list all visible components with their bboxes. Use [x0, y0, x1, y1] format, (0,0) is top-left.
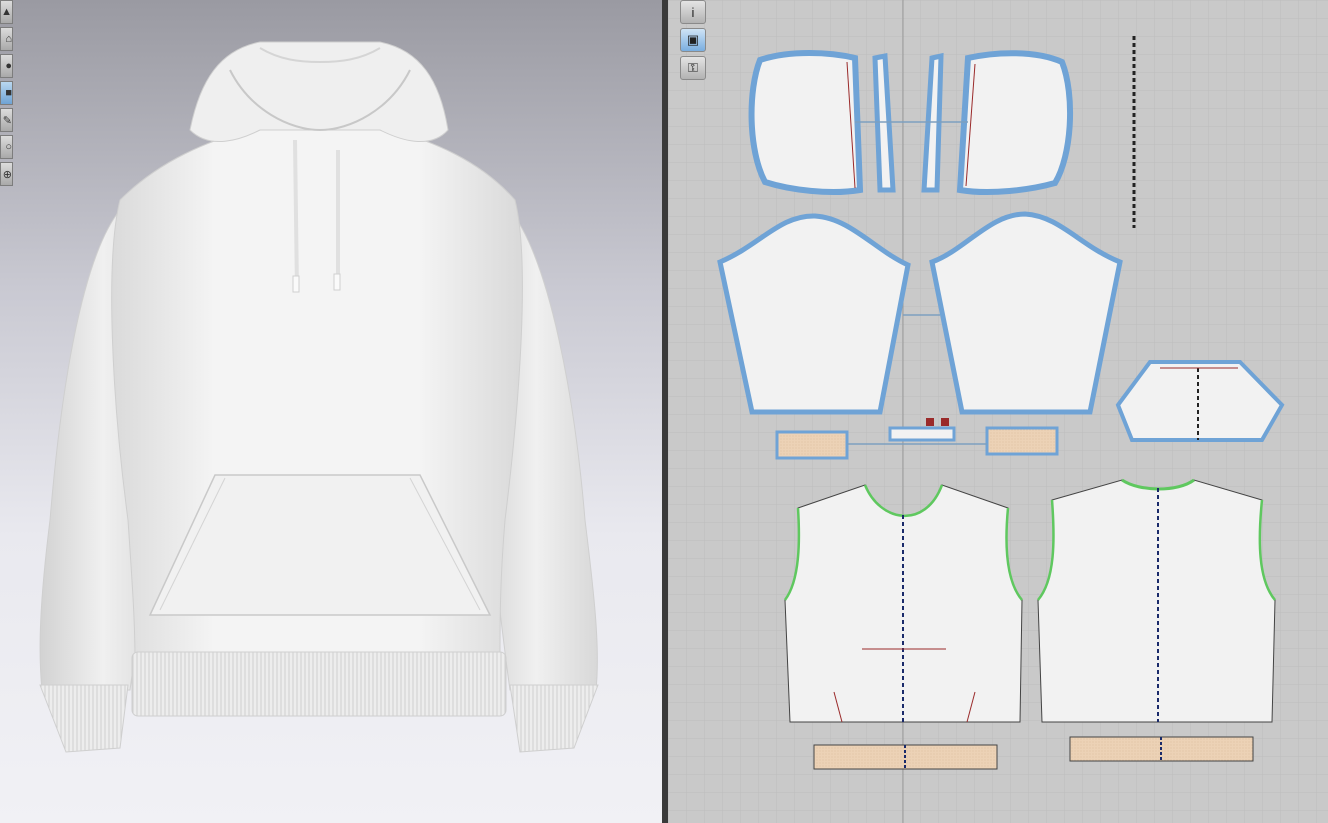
- hood-left-panel[interactable]: [748, 50, 864, 195]
- waistband-front[interactable]: [813, 744, 998, 770]
- avatar-icon: ●: [5, 60, 12, 72]
- zoom-icon: ○: [5, 141, 12, 153]
- tab-pieces: [888, 426, 956, 442]
- cuff-rib-left: [775, 430, 849, 460]
- 3d-toolbar: ▲ ⌂ ● ■ ✎ ○ ⊕: [0, 0, 13, 186]
- edit-tool-button[interactable]: ✎: [0, 108, 13, 132]
- back-body-panel[interactable]: [1037, 478, 1276, 723]
- lock-garment-tool-button[interactable]: ⚿: [680, 56, 706, 80]
- left-cuff: [39, 684, 129, 753]
- globe-tool-button[interactable]: ⊕: [0, 162, 13, 186]
- hoodie-3d-render: [39, 41, 599, 753]
- hood: [189, 41, 449, 143]
- texture-icon: ■: [5, 87, 12, 99]
- waistband-back[interactable]: [1069, 736, 1254, 762]
- info-icon: i: [691, 4, 695, 20]
- info-tool-button[interactable]: i: [680, 0, 706, 24]
- right-cuff: [509, 684, 599, 753]
- sleeve-left[interactable]: [717, 213, 911, 415]
- cuff-rib-right: [985, 426, 1059, 456]
- waistband-rib: [131, 651, 507, 717]
- hood-right-panel[interactable]: [956, 50, 1074, 196]
- texture-view-tool-button[interactable]: ▣: [680, 28, 706, 52]
- arrow-up-tool-button[interactable]: ▲: [0, 0, 13, 24]
- globe-icon: ⊕: [2, 168, 12, 181]
- texture-tool-button[interactable]: ■: [0, 81, 13, 105]
- texture-view-icon: ▣: [686, 32, 700, 47]
- house-icon: ⌂: [5, 33, 12, 45]
- 3d-viewport[interactable]: [0, 0, 662, 823]
- house-tool-button[interactable]: ⌂: [0, 27, 13, 51]
- pattern-canvas: [668, 0, 1328, 823]
- 2d-pattern-viewport[interactable]: [668, 0, 1328, 823]
- lock-garment-icon: ⚿: [688, 60, 698, 75]
- 2d-toolbar: i ▣ ⚿: [680, 0, 706, 80]
- edit-icon: ✎: [2, 114, 12, 127]
- arrow-up-icon: ▲: [1, 6, 12, 18]
- front-body-panel[interactable]: [783, 484, 1023, 723]
- avatar-tool-button[interactable]: ●: [0, 54, 13, 78]
- zoom-tool-button[interactable]: ○: [0, 135, 13, 159]
